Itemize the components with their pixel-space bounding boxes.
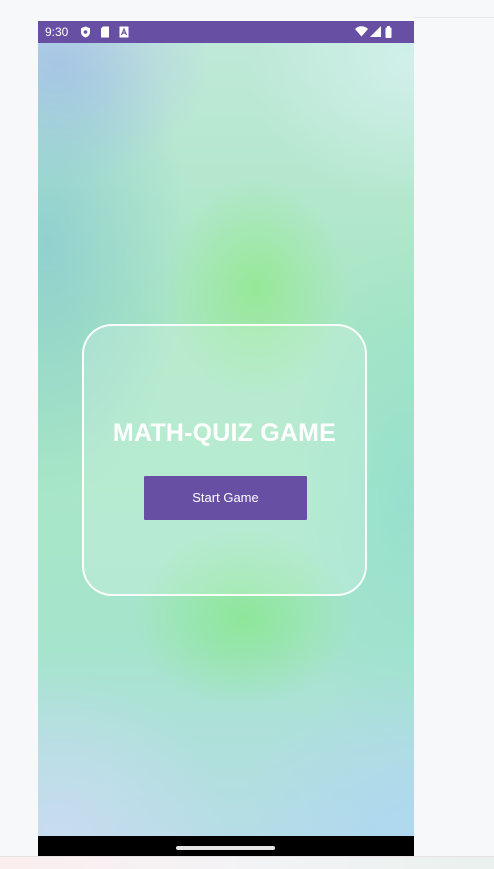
status-bar: 9:30 [38, 21, 414, 43]
bottom-strip [0, 856, 494, 869]
divider [414, 17, 494, 18]
navigation-bar [38, 836, 414, 856]
status-time: 9:30 [45, 25, 69, 39]
start-game-button[interactable]: Start Game [144, 476, 307, 520]
home-handle[interactable] [176, 846, 275, 850]
game-title: MATH-QUIZ GAME [112, 419, 337, 447]
wifi-icon [355, 26, 368, 40]
app-screen: MATH-QUIZ GAME Start Game [38, 43, 414, 836]
menu-card: MATH-QUIZ GAME Start Game [82, 324, 367, 596]
phone-screen: 9:30 MATH-QUIZ GAME Start Game [38, 21, 414, 856]
battery-icon [385, 26, 392, 41]
sd-card-icon [100, 26, 110, 41]
shield-icon [80, 26, 91, 41]
signal-icon [370, 26, 381, 40]
font-a-icon [119, 26, 129, 41]
